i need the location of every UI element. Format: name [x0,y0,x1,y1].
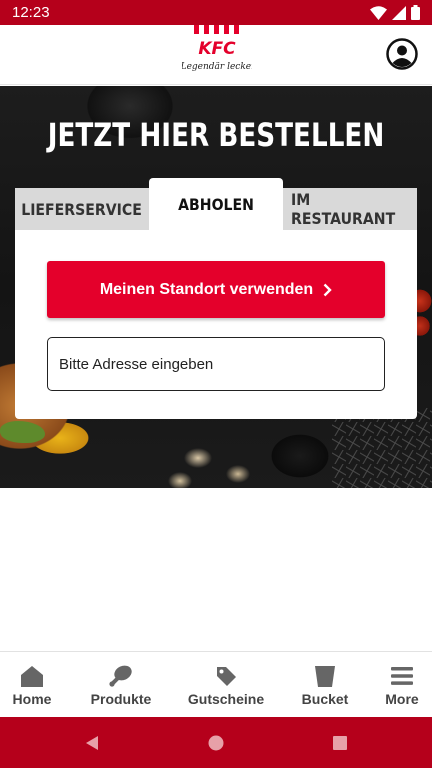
tab-restaurant[interactable]: IM RESTAURANT [283,188,417,230]
home-icon [21,665,43,687]
bucket-icon [315,665,335,687]
wifi-icon [370,5,387,20]
nav-item-gutscheine[interactable]: Gutscheine [182,652,270,718]
signal-icon [392,5,406,20]
status-icons [370,5,420,20]
nav-label-gutscheine: Gutscheine [187,690,265,707]
hero-title: JETZT HIER BESTELLEN [47,116,385,154]
tab-pickup[interactable]: ABHOLEN [149,178,283,231]
tab-delivery[interactable]: LIEFERSERVICE [15,188,149,230]
tag-icon [217,666,236,686]
status-time: 12:23 [12,4,50,21]
drumstick-icon [109,665,132,687]
nav-item-produkte[interactable]: Produkte [80,652,162,718]
nav-label-bucket: Bucket [301,690,349,707]
nav-label-produkte: Produkte [90,690,152,707]
hero-food-lettuce [0,421,45,443]
use-location-label: Meinen Standort verwenden [99,280,314,298]
home-circle-icon[interactable] [206,733,226,753]
nav-label-more: More [385,690,419,707]
back-icon[interactable] [82,733,102,753]
screen: 12:23 KFC Legendär lecker JETZT HIER BES… [0,0,432,768]
nav-label-home: Home [12,690,52,707]
system-nav-bar [0,717,432,768]
nav-item-home[interactable]: Home [0,652,64,718]
bottom-nav: Home Produkte Gutscheine Bucket More [0,651,432,717]
battery-icon [411,5,420,20]
logo-text: KFC [198,39,236,59]
account-circle-icon[interactable] [386,38,418,70]
tab-restaurant-label: IM RESTAURANT [291,190,396,228]
logo-tagline: Legendär lecker [182,62,252,72]
chevron-right-icon [323,283,332,296]
recents-icon[interactable] [330,733,350,753]
app-header: KFC Legendär lecker [0,25,432,85]
use-location-button[interactable]: Meinen Standort verwenden [47,261,385,318]
address-input[interactable] [47,337,385,391]
menu-icon [391,666,413,685]
tab-delivery-label: LIEFERSERVICE [21,199,143,219]
nav-item-more[interactable]: More [378,652,426,718]
tab-pickup-label: ABHOLEN [178,195,254,214]
nav-item-bucket[interactable]: Bucket [292,652,358,718]
status-bar: 12:23 [0,0,432,25]
kfc-logo[interactable]: KFC Legendär lecker [182,25,252,81]
hero-grill-rack [332,408,432,488]
